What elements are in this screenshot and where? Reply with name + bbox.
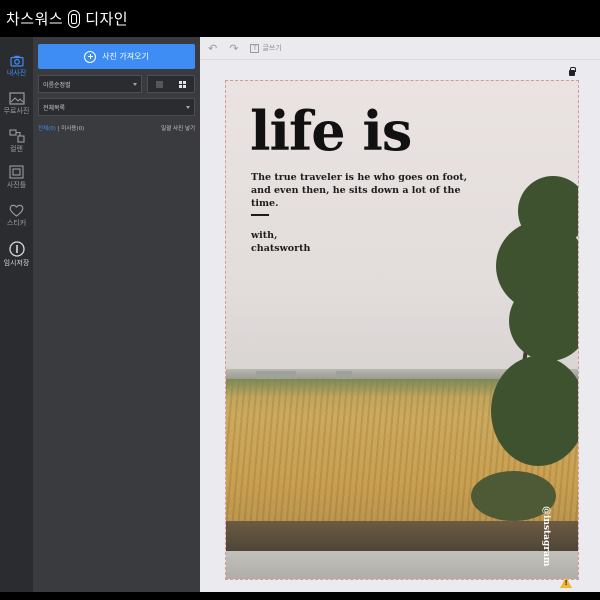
rail-label: 임시저장: [3, 259, 30, 267]
rail-item-my-photos[interactable]: 내사진: [0, 55, 33, 78]
grid-view-icon: [179, 80, 186, 88]
undo-icon[interactable]: ↶: [208, 42, 217, 55]
poster-quote-line: The true traveler is he who goes on foot…: [251, 172, 467, 183]
app-title-left: 차스워스: [6, 10, 64, 28]
bulk-insert-link[interactable]: 일괄 사진 넣기: [161, 124, 195, 132]
folder-select[interactable]: 전체목록: [38, 98, 195, 116]
rail-item-temp-save[interactable]: 임시저장: [0, 241, 33, 268]
plus-circle-icon: [84, 50, 97, 63]
bottom-strip: [0, 592, 600, 600]
poster-title[interactable]: life is: [250, 99, 412, 163]
add-text-button[interactable]: T 글쓰기: [250, 43, 282, 53]
rail-label: 스티커: [6, 219, 27, 227]
poster-tree: [491, 356, 578, 466]
add-text-label: 글쓰기: [262, 44, 282, 52]
rail-item-frames[interactable]: 사진틀: [0, 165, 33, 190]
rail-label: 사진틀: [6, 181, 27, 189]
sort-select[interactable]: 이름순정렬: [38, 75, 142, 93]
list-view-icon: [156, 80, 163, 88]
redo-icon[interactable]: ↷: [229, 42, 238, 55]
filter-separator: |: [57, 126, 60, 132]
chevron-down-icon: [133, 83, 137, 86]
poster-instagram-handle[interactable]: @instagram: [541, 506, 551, 566]
poster-signature[interactable]: with, chatsworth: [251, 229, 310, 255]
poster-quote-line: and even then, he sits down a lot of the…: [251, 185, 461, 209]
rail-label: 컬렌: [10, 145, 23, 153]
rail-item-collage[interactable]: 컬렌: [0, 129, 33, 154]
rail-item-free-photos[interactable]: 무료사진: [0, 92, 33, 116]
rail-item-stickers[interactable]: 스티커: [0, 204, 33, 228]
folder-select-value: 전체목록: [43, 104, 66, 112]
poster-divider: [251, 214, 269, 216]
import-photos-label: 사진 가져오기: [102, 52, 149, 61]
logo-icon: [68, 9, 81, 28]
canvas-area: ↶ ↷ T 글쓰기 life is The true traveler is h…: [200, 37, 600, 592]
list-view-button[interactable]: [148, 76, 171, 92]
filter-unused[interactable]: 미사용(0): [61, 126, 84, 132]
rail-label: 무료사진: [3, 107, 30, 115]
frame-icon: [9, 165, 24, 179]
photo-panel: 사진 가져오기 이름순정렬 전체목록 전체(0) | 미사용(0) 일괄 사진 …: [33, 37, 200, 592]
camera-icon: [9, 55, 24, 67]
rail-label: 내사진: [6, 69, 27, 77]
warning-icon[interactable]: [560, 577, 572, 588]
info-icon: [8, 241, 25, 257]
image-gallery-icon: [8, 92, 25, 105]
filter-row: 전체(0) | 미사용(0) 일괄 사진 넣기: [38, 124, 195, 132]
poster-road: [226, 551, 578, 579]
poster-signature-line: chatsworth: [251, 243, 311, 254]
grid-view-button[interactable]: [171, 76, 194, 92]
editor-toolbar: ↶ ↷ T 글쓰기: [200, 37, 600, 60]
import-photos-button[interactable]: 사진 가져오기: [38, 44, 195, 69]
view-toggle: [147, 75, 195, 93]
poster-tree: [509, 281, 578, 361]
chevron-down-icon: [186, 106, 190, 109]
poster-canvas[interactable]: life is The true traveler is he who goes…: [225, 80, 579, 580]
collage-icon: [8, 129, 25, 143]
text-icon: T: [250, 43, 260, 53]
heart-icon: [9, 204, 24, 217]
tool-rail: 내사진 무료사진 컬렌 사진틀 스티커 임시저장: [0, 37, 33, 592]
title-bar: 차스워스 디자인: [0, 0, 600, 37]
filter-all[interactable]: 전체(0): [38, 126, 56, 132]
poster-signature-line: with,: [251, 230, 278, 241]
lock-icon[interactable]: [569, 67, 576, 76]
poster-quote[interactable]: The true traveler is he who goes on foot…: [251, 171, 481, 210]
app-title-right: 디자인: [85, 10, 129, 28]
app-title: 차스워스 디자인: [6, 8, 128, 29]
sort-select-value: 이름순정렬: [43, 81, 71, 89]
poster-dirt: [226, 521, 578, 551]
